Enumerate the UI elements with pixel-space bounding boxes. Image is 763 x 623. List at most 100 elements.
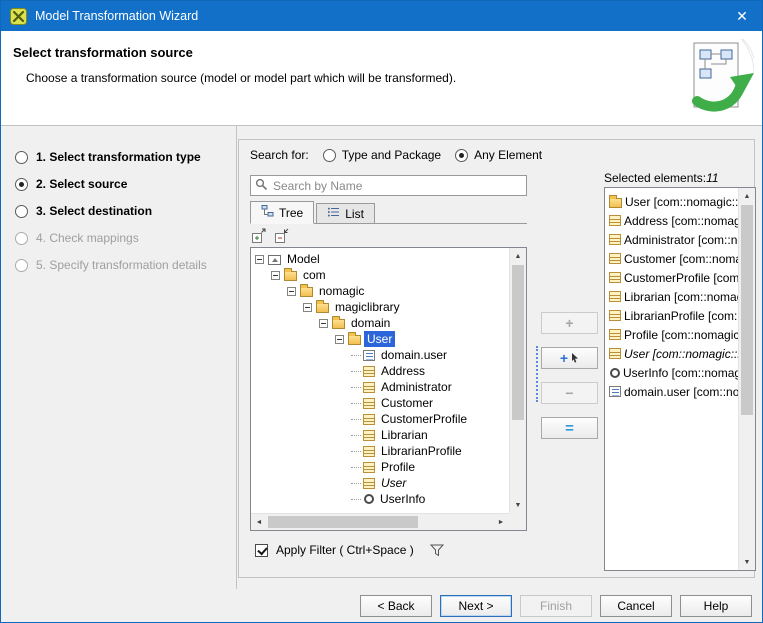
add-selected-button[interactable]: +	[541, 347, 598, 369]
diagram-icon	[609, 386, 621, 397]
step-select-transformation-type[interactable]: 1. Select transformation type	[15, 148, 236, 166]
step-select-destination[interactable]: 3. Select destination	[15, 202, 236, 220]
transformation-illustration-icon	[678, 39, 754, 118]
radio-selected-icon[interactable]	[15, 178, 28, 191]
expand-all-icon[interactable]	[251, 228, 267, 247]
interface-icon	[364, 494, 374, 504]
back-button[interactable]: < Back	[360, 595, 432, 617]
tree-item-nomagic[interactable]: nomagic	[251, 283, 509, 299]
tree-item-librarian[interactable]: Librarian	[251, 427, 509, 443]
tree-toolbar	[251, 228, 290, 247]
tree-item-customerprofile[interactable]: CustomerProfile	[251, 411, 509, 427]
scrollbar-thumb[interactable]	[512, 265, 524, 420]
titlebar[interactable]: Model Transformation Wizard ✕	[1, 1, 762, 31]
selected-item-domain-user[interactable]: domain.user [com::no	[605, 382, 738, 401]
selected-vertical-scrollbar[interactable]: ▲ ▼	[738, 188, 755, 570]
model-transformation-wizard-window: Model Transformation Wizard ✕ Select tra…	[0, 0, 763, 623]
step-select-source[interactable]: 2. Select source	[15, 175, 236, 193]
selected-item-customer[interactable]: Customer [com::noma	[605, 249, 738, 268]
scroll-up-icon[interactable]: ▲	[739, 188, 755, 204]
tree-horizontal-scrollbar[interactable]: ◄ ►	[251, 513, 509, 530]
tab-tree[interactable]: Tree	[250, 201, 314, 224]
scrollbar-corner	[509, 513, 526, 530]
tab-list[interactable]: List	[316, 203, 375, 223]
tree-item-address[interactable]: Address	[251, 363, 509, 379]
search-input[interactable]	[271, 178, 526, 194]
search-for-label: Search for:	[250, 148, 309, 162]
selected-item-customerprofile[interactable]: CustomerProfile [com::	[605, 268, 738, 287]
collapse-expander-icon[interactable]	[287, 287, 296, 296]
option-any-element[interactable]: Any Element	[455, 148, 542, 162]
page-title: Select transformation source	[13, 45, 193, 60]
remove-all-button[interactable]: =	[541, 417, 598, 439]
collapse-expander-icon[interactable]	[303, 303, 312, 312]
tree-view-icon	[261, 205, 274, 220]
collapse-expander-icon[interactable]	[271, 271, 280, 280]
selected-item-librarianprofile[interactable]: LibrarianProfile [com::n	[605, 306, 738, 325]
selected-item-address[interactable]: Address [com::nomag	[605, 211, 738, 230]
apply-filter-row: Apply Filter ( Ctrl+Space )	[255, 543, 444, 557]
tree-item-user[interactable]: User	[251, 331, 509, 347]
add-button: +	[541, 312, 598, 334]
tree-twig	[351, 419, 361, 420]
tree-view: Model com nomagic magiclibrary	[251, 248, 509, 513]
class-icon	[609, 329, 621, 340]
collapse-expander-icon[interactable]	[335, 335, 344, 344]
scroll-right-icon[interactable]: ►	[493, 514, 509, 530]
cancel-button[interactable]: Cancel	[600, 595, 672, 617]
tree-item-user-abstract[interactable]: User	[251, 475, 509, 491]
radio-selected-icon[interactable]	[455, 149, 468, 162]
folder-icon	[348, 335, 361, 345]
scrollbar-thumb[interactable]	[741, 205, 753, 415]
funnel-icon[interactable]	[430, 544, 444, 557]
tree-twig	[351, 499, 361, 500]
search-box[interactable]	[250, 175, 527, 196]
search-for-row: Search for: Type and Package Any Element	[250, 148, 542, 162]
tree-item-magiclibrary[interactable]: magiclibrary	[251, 299, 509, 315]
scroll-down-icon[interactable]: ▼	[510, 497, 526, 513]
selected-item-userinfo[interactable]: UserInfo [com::nomagic	[605, 363, 738, 382]
selected-item-user[interactable]: User [com::nomagic::m	[605, 192, 738, 211]
help-button[interactable]: Help	[680, 595, 752, 617]
radio-disabled-icon	[15, 259, 28, 272]
selected-item-user-abstract[interactable]: User [com::nomagic::n	[605, 344, 738, 363]
selected-item-librarian[interactable]: Librarian [com::nomagi	[605, 287, 738, 306]
scroll-left-icon[interactable]: ◄	[251, 514, 267, 530]
next-button[interactable]: Next >	[440, 595, 512, 617]
radio-icon[interactable]	[323, 149, 336, 162]
main-panel: Search for: Type and Package Any Element…	[238, 139, 755, 578]
scroll-up-icon[interactable]: ▲	[510, 248, 526, 264]
close-icon[interactable]: ✕	[722, 1, 762, 31]
scroll-down-icon[interactable]: ▼	[739, 554, 755, 570]
selected-item-profile[interactable]: Profile [com::nomagic:	[605, 325, 738, 344]
class-icon	[363, 462, 375, 473]
tree-item-domain-user[interactable]: domain.user	[251, 347, 509, 363]
tree-vertical-scrollbar[interactable]: ▲ ▼	[509, 248, 526, 513]
collapse-all-icon[interactable]	[274, 228, 290, 247]
tree-item-domain[interactable]: domain	[251, 315, 509, 331]
radio-icon[interactable]	[15, 205, 28, 218]
selected-item-administrator[interactable]: Administrator [com::no	[605, 230, 738, 249]
folder-icon	[316, 303, 329, 313]
tree-item-profile[interactable]: Profile	[251, 459, 509, 475]
class-icon	[609, 215, 621, 226]
scrollbar-thumb[interactable]	[268, 516, 418, 528]
tree-item-userinfo[interactable]: UserInfo	[251, 491, 509, 507]
window-title: Model Transformation Wizard	[35, 9, 198, 23]
search-icon	[255, 178, 268, 194]
tree-item-model[interactable]: Model	[251, 251, 509, 267]
option-type-and-package[interactable]: Type and Package	[323, 148, 441, 162]
class-icon	[609, 291, 621, 302]
tree-twig	[351, 451, 361, 452]
tree-item-customer[interactable]: Customer	[251, 395, 509, 411]
collapse-expander-icon[interactable]	[319, 319, 328, 328]
tree-item-com[interactable]: com	[251, 267, 509, 283]
tree-item-librarianprofile[interactable]: LibrarianProfile	[251, 443, 509, 459]
view-tabs: Tree List	[250, 201, 527, 224]
class-icon	[363, 398, 375, 409]
apply-filter-checkbox[interactable]	[255, 544, 268, 557]
collapse-expander-icon[interactable]	[255, 255, 264, 264]
tree-twig	[351, 371, 361, 372]
tree-item-administrator[interactable]: Administrator	[251, 379, 509, 395]
radio-icon[interactable]	[15, 151, 28, 164]
